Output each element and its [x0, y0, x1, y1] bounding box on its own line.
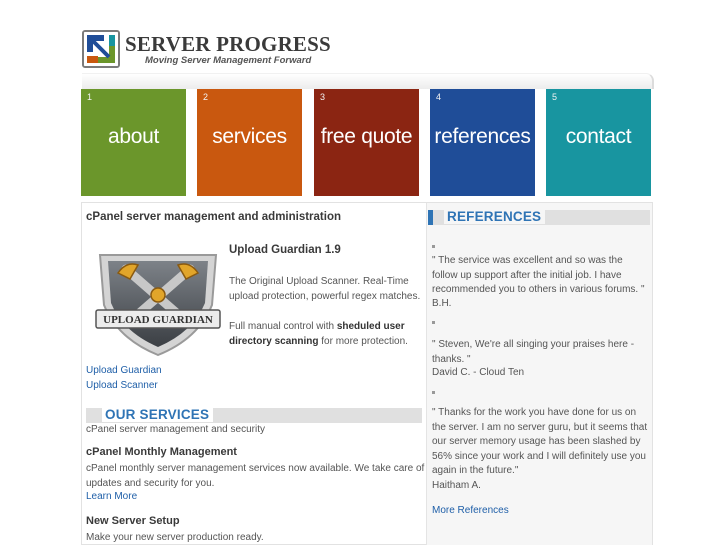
product-title: Upload Guardian 1.9	[229, 244, 341, 256]
service-title-new-server: New Server Setup	[86, 515, 180, 527]
divider-dot	[432, 245, 435, 248]
references-title-accent	[428, 210, 433, 225]
service-text-new-server: Make your new server production ready.	[86, 532, 264, 543]
logo-icon[interactable]	[82, 30, 120, 68]
nav-label[interactable]: references	[430, 125, 535, 149]
nav-number: 1	[87, 92, 93, 102]
nav-tile-contact[interactable]: 5 contact	[546, 89, 651, 196]
service-title-cpanel-monthly: cPanel Monthly Management	[86, 446, 237, 458]
link-upload-guardian[interactable]: Upload Guardian	[86, 365, 162, 376]
content-panel: cPanel server management and administrat…	[81, 202, 653, 545]
nav-label[interactable]: services	[197, 125, 302, 149]
reference-quote: " The service was excellent and so was t…	[432, 255, 645, 296]
services-subtitle: cPanel server management and security	[86, 424, 265, 435]
nav-number: 3	[320, 92, 326, 102]
product-control-text: Full manual control with sheduled user d…	[229, 319, 427, 349]
nav-label[interactable]: about	[81, 125, 186, 149]
page-heading: cPanel server management and administrat…	[86, 211, 342, 223]
reference-quote: " Steven, We're all singing your praises…	[432, 339, 635, 365]
reference-author: David C. - Cloud Ten	[432, 367, 525, 378]
product-control-prefix: Full manual control with	[229, 321, 337, 332]
nav-tile-about[interactable]: 1 about	[81, 89, 186, 196]
upload-guardian-badge-icon[interactable]: UPLOAD GUARDIAN	[90, 247, 226, 357]
learn-more-link[interactable]: Learn More	[86, 491, 137, 502]
nav-tile-services[interactable]: 2 services	[197, 89, 302, 196]
badge-text: UPLOAD GUARDIAN	[103, 314, 213, 326]
more-references-link[interactable]: More References	[432, 505, 509, 516]
reference-author: B.H.	[432, 298, 452, 309]
header-divider	[82, 73, 654, 89]
nav-label[interactable]: free quote	[314, 125, 419, 149]
product-description: The Original Upload Scanner. Real-Time u…	[229, 276, 421, 302]
nav-number: 4	[436, 92, 442, 102]
product-control-suffix: for more protection.	[318, 336, 408, 347]
nav-tile-free-quote[interactable]: 3 free quote	[314, 89, 419, 196]
nav-label[interactable]: contact	[546, 125, 651, 149]
references-title: REFERENCES	[444, 209, 546, 224]
reference-quote: " Thanks for the work you have done for …	[432, 407, 648, 477]
service-text-cpanel-monthly: cPanel monthly server management service…	[86, 463, 425, 489]
nav-number: 5	[552, 92, 558, 102]
divider-dot	[432, 321, 435, 324]
brand-tagline: Moving Server Management Forward	[145, 55, 312, 66]
nav-number: 2	[203, 92, 209, 102]
main-nav: 1 about 2 services 3 free quote 4 refere…	[0, 89, 727, 196]
reference-author: Haitham A.	[432, 480, 481, 491]
link-upload-scanner[interactable]: Upload Scanner	[86, 380, 158, 391]
brand-name[interactable]: SERVER PROGRESS	[125, 32, 331, 57]
nav-tile-references[interactable]: 4 references	[430, 89, 535, 196]
divider-dot	[432, 391, 435, 394]
services-title: OUR SERVICES	[102, 407, 214, 422]
site-header: SERVER PROGRESS Moving Server Management…	[0, 0, 727, 89]
